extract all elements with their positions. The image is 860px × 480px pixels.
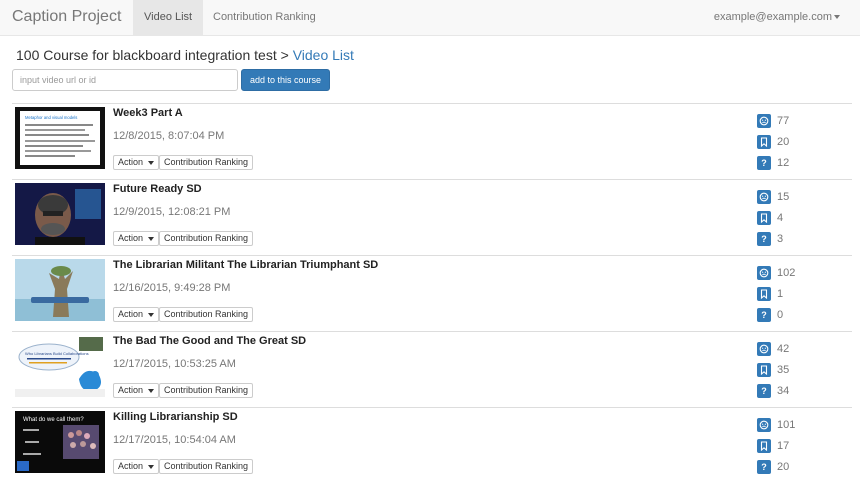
caret-down-icon xyxy=(147,388,154,393)
bookmark-icon xyxy=(757,363,771,377)
bookmark-icon xyxy=(757,135,771,149)
video-row: What do we call them? Killing Librarians… xyxy=(12,407,852,480)
action-label: Action xyxy=(118,309,144,319)
bookmark-icon xyxy=(757,439,771,453)
video-title[interactable]: Killing Librarianship SD xyxy=(113,411,238,423)
video-row: Metaphor and visual models Week3 Part A … xyxy=(12,103,852,179)
stat-value: 35 xyxy=(777,364,790,376)
video-title[interactable]: The Bad The Good and The Great SD xyxy=(113,335,306,347)
action-label: Action xyxy=(118,461,144,471)
video-date: 12/16/2015, 9:49:28 PM xyxy=(113,282,231,294)
video-url-input[interactable] xyxy=(12,69,238,91)
breadcrumb-video-list[interactable]: Video List xyxy=(293,47,354,63)
user-email: example@example.com xyxy=(713,11,832,23)
contribution-ranking-button[interactable]: Contribution Ranking xyxy=(159,459,254,474)
contribution-ranking-button[interactable]: Contribution Ranking xyxy=(159,307,254,322)
action-dropdown-button[interactable]: Action xyxy=(113,307,159,322)
face-icon xyxy=(757,266,771,280)
stat-value: 42 xyxy=(777,343,790,355)
face-icon xyxy=(757,114,771,128)
contribution-ranking-button[interactable]: Contribution Ranking xyxy=(159,383,254,398)
video-thumbnail[interactable] xyxy=(15,183,105,245)
stat-value: 12 xyxy=(777,157,790,169)
action-label: Action xyxy=(118,157,144,167)
video-row: The Librarian Militant The Librarian Tri… xyxy=(12,255,852,331)
stat-value: 15 xyxy=(777,191,790,203)
video-thumbnail[interactable] xyxy=(15,259,105,321)
video-date: 12/8/2015, 8:07:04 PM xyxy=(113,130,225,142)
video-date: 12/9/2015, 12:08:21 PM xyxy=(113,206,231,218)
video-row: Future Ready SD 12/9/2015, 12:08:21 PM A… xyxy=(12,179,852,255)
course-name: 100 Course for blackboard integration te… xyxy=(16,47,277,63)
video-date: 12/17/2015, 10:53:25 AM xyxy=(113,358,236,370)
question-icon: ? xyxy=(757,308,771,322)
action-dropdown-button[interactable]: Action xyxy=(113,459,159,474)
action-dropdown-button[interactable]: Action xyxy=(113,231,159,246)
caret-down-icon xyxy=(147,464,154,469)
face-icon xyxy=(757,190,771,204)
thumbnail-heading: Metaphor and visual models xyxy=(25,115,77,120)
video-thumbnail[interactable]: What do we call them? xyxy=(15,411,105,473)
page-title: 100 Course for blackboard integration te… xyxy=(16,47,354,63)
stat-value: 0 xyxy=(777,309,784,321)
stat-value: 102 xyxy=(777,267,796,279)
thumbnail-bubble-text: Who Librarians Build Collaborations xyxy=(25,351,89,356)
stat-value: 34 xyxy=(777,385,790,397)
face-icon xyxy=(757,342,771,356)
stat-value: 101 xyxy=(777,419,796,431)
video-title[interactable]: Future Ready SD xyxy=(113,183,202,195)
tab-contribution-ranking[interactable]: Contribution Ranking xyxy=(202,0,327,35)
stat-value: 1 xyxy=(777,288,784,300)
contribution-ranking-button[interactable]: Contribution Ranking xyxy=(159,231,254,246)
stat-value: 4 xyxy=(777,212,784,224)
video-date: 12/17/2015, 10:54:04 AM xyxy=(113,434,236,446)
video-thumbnail[interactable]: Metaphor and visual models xyxy=(15,107,105,169)
caret-down-icon xyxy=(147,236,154,241)
thumbnail-heading: What do we call them? xyxy=(23,417,84,423)
face-icon xyxy=(757,418,771,432)
navbar: Caption Project Video List Contribution … xyxy=(0,0,860,36)
breadcrumb-separator: > xyxy=(280,47,289,63)
brand[interactable]: Caption Project xyxy=(12,8,121,26)
action-dropdown-button[interactable]: Action xyxy=(113,383,159,398)
stat-value: 20 xyxy=(777,461,790,473)
caret-down-icon xyxy=(147,160,154,165)
stat-value: 3 xyxy=(777,233,784,245)
bookmark-icon xyxy=(757,287,771,301)
video-list: Metaphor and visual models Week3 Part A … xyxy=(12,103,852,480)
stat-value: 17 xyxy=(777,440,790,452)
video-row: Who Librarians Build Collaborations The … xyxy=(12,331,852,407)
action-label: Action xyxy=(118,233,144,243)
user-menu[interactable]: example@example.com xyxy=(714,0,840,35)
video-title[interactable]: The Librarian Militant The Librarian Tri… xyxy=(113,259,378,271)
question-icon: ? xyxy=(757,156,771,170)
video-title[interactable]: Week3 Part A xyxy=(113,107,183,119)
tab-video-list[interactable]: Video List xyxy=(133,0,204,35)
stat-value: 20 xyxy=(777,136,790,148)
add-to-course-button[interactable]: add to this course xyxy=(241,69,330,91)
bookmark-icon xyxy=(757,211,771,225)
caret-down-icon xyxy=(147,312,154,317)
question-icon: ? xyxy=(757,384,771,398)
video-thumbnail[interactable]: Who Librarians Build Collaborations xyxy=(15,335,105,397)
stat-value: 77 xyxy=(777,115,790,127)
contribution-ranking-button[interactable]: Contribution Ranking xyxy=(159,155,254,170)
action-dropdown-button[interactable]: Action xyxy=(113,155,159,170)
caret-down-icon xyxy=(834,15,840,20)
question-icon: ? xyxy=(757,232,771,246)
question-icon: ? xyxy=(757,460,771,474)
action-label: Action xyxy=(118,385,144,395)
